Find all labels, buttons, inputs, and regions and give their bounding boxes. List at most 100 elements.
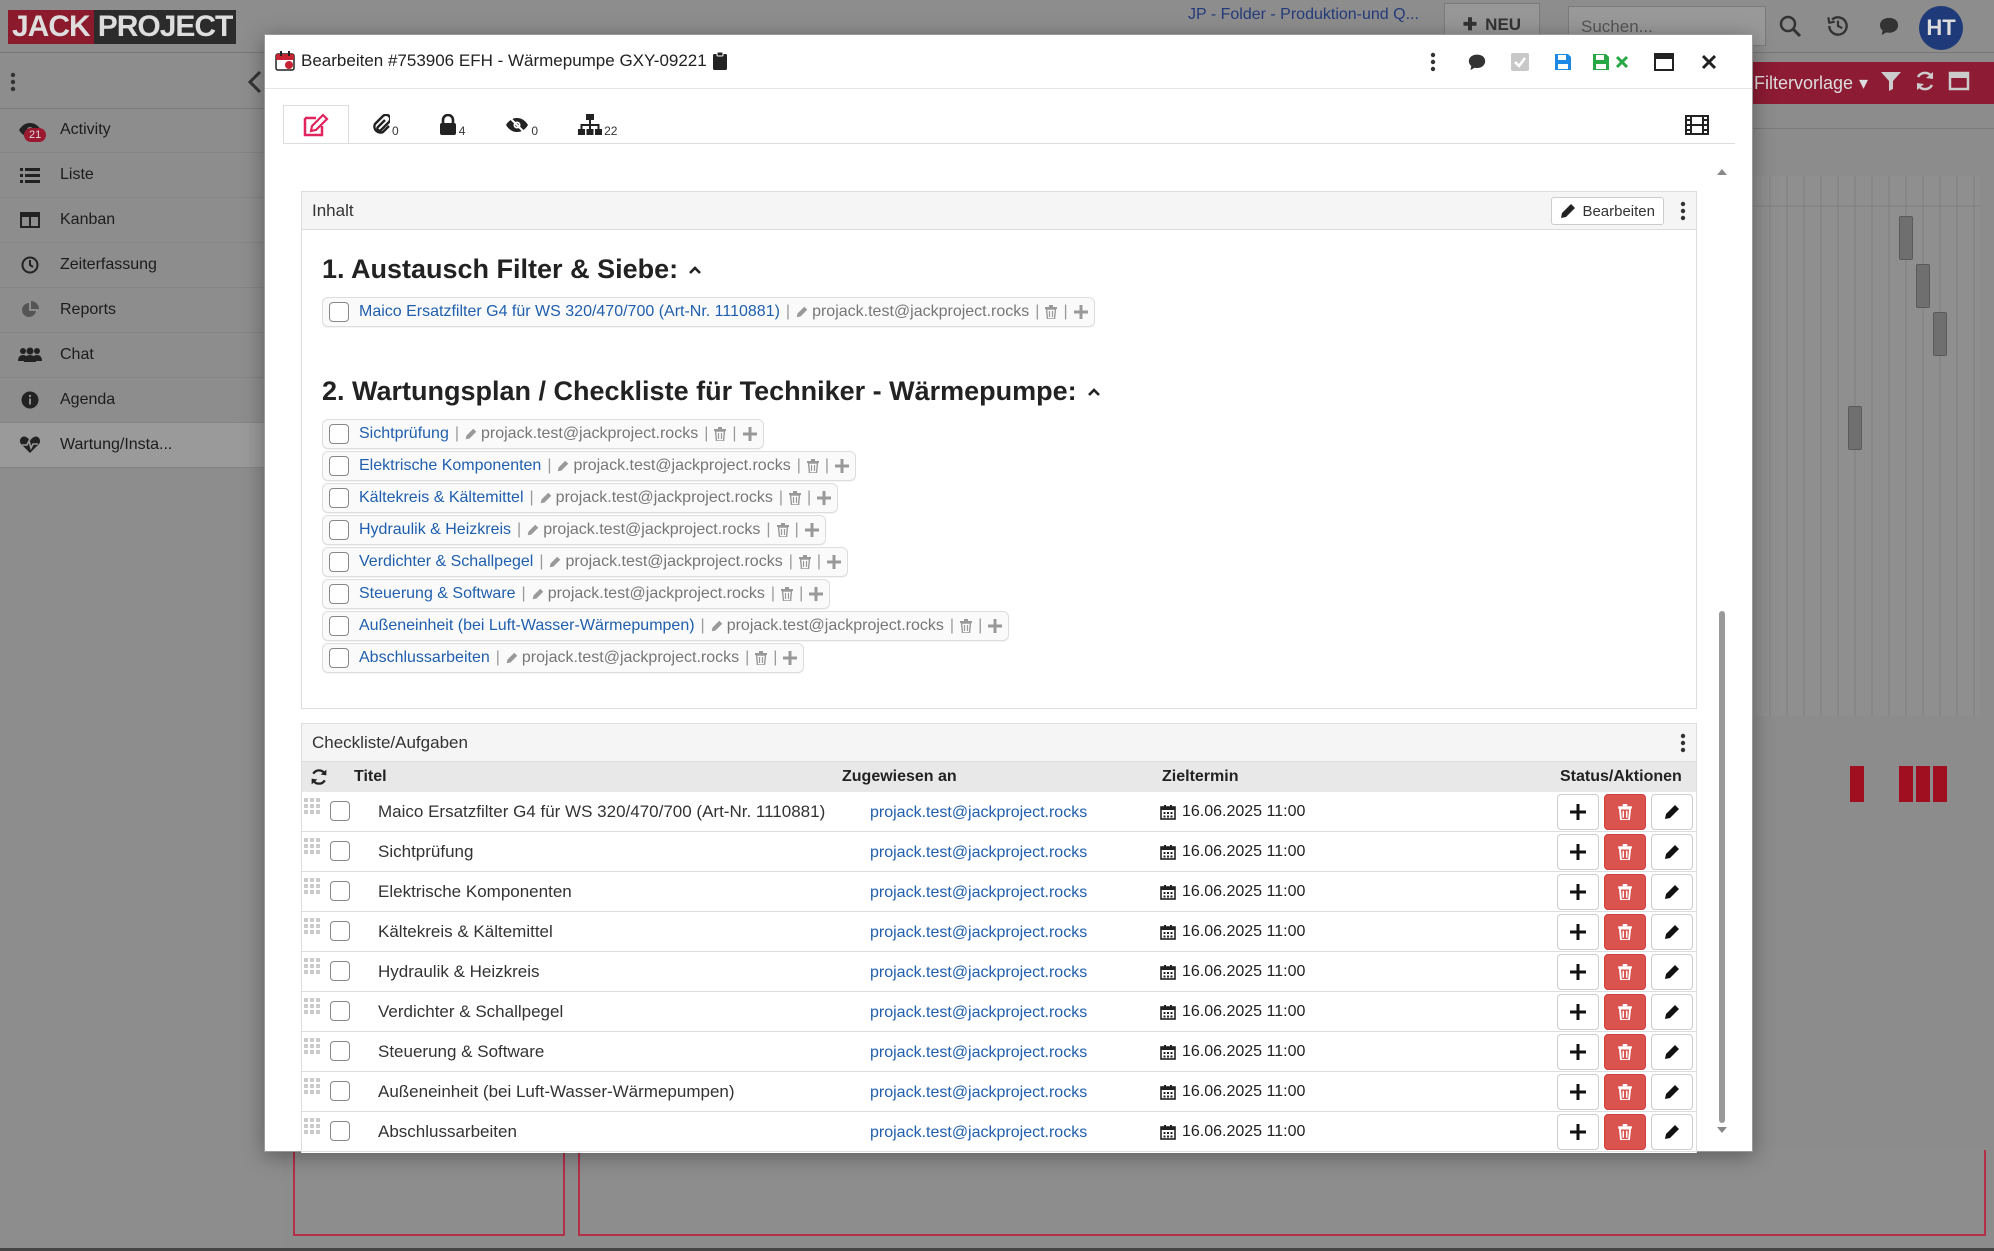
add-subtask-button[interactable] [1557, 794, 1599, 830]
save-icon[interactable] [1548, 47, 1578, 77]
trash-icon[interactable] [776, 523, 789, 537]
save-close-button[interactable] [1590, 47, 1634, 77]
drag-handle-icon[interactable] [304, 918, 320, 934]
item-checkbox[interactable] [329, 616, 349, 636]
item-label[interactable]: Außeneinheit (bei Luft-Wasser-Wärmepumpe… [359, 617, 695, 635]
drag-handle-icon[interactable] [304, 1078, 320, 1094]
drag-handle-icon[interactable] [304, 1118, 320, 1134]
item-checkbox[interactable] [329, 520, 349, 540]
refresh-icon[interactable] [1914, 70, 1936, 92]
add-subtask-button[interactable] [1557, 994, 1599, 1030]
plus-icon[interactable] [783, 651, 798, 665]
item-label[interactable]: Abschlussarbeiten [359, 649, 490, 667]
content-edit-button[interactable]: Bearbeiten [1551, 197, 1664, 225]
sidebar-item-kanban[interactable]: Kanban [0, 198, 282, 243]
sidebar-item-reports[interactable]: Reports [0, 288, 282, 333]
delete-button[interactable] [1604, 874, 1646, 910]
item-label[interactable]: Maico Ersatzfilter G4 für WS 320/470/700… [359, 303, 780, 321]
more-vertical-icon[interactable] [1680, 201, 1686, 221]
app-logo[interactable]: JACK PROJECT [8, 10, 237, 44]
sidebar-item-activity[interactable]: 21 Activity [0, 108, 282, 153]
row-checkbox[interactable] [330, 801, 350, 821]
plus-icon[interactable] [988, 619, 1003, 633]
window-icon[interactable] [1948, 70, 1970, 92]
trash-icon[interactable] [798, 555, 811, 569]
maximize-icon[interactable] [1649, 47, 1679, 77]
row-assignee[interactable]: projack.test@jackproject.rocks [870, 924, 1087, 942]
item-label[interactable]: Sichtprüfung [359, 425, 449, 443]
drag-handle-icon[interactable] [304, 878, 320, 894]
tab-structure[interactable]: 22 [561, 105, 634, 143]
plus-icon[interactable] [817, 491, 832, 505]
edit-button[interactable] [1651, 954, 1693, 990]
delete-button[interactable] [1604, 954, 1646, 990]
pencil-icon[interactable] [540, 492, 552, 504]
edit-button[interactable] [1651, 1074, 1693, 1110]
search-icon[interactable] [1768, 6, 1812, 46]
add-subtask-button[interactable] [1557, 1034, 1599, 1070]
row-checkbox[interactable] [330, 1121, 350, 1141]
gantt-bar[interactable] [1933, 312, 1947, 356]
pencil-icon[interactable] [527, 524, 539, 536]
pencil-icon[interactable] [549, 556, 561, 568]
drag-handle-icon[interactable] [304, 1038, 320, 1054]
drag-handle-icon[interactable] [304, 998, 320, 1014]
row-checkbox[interactable] [330, 1081, 350, 1101]
add-subtask-button[interactable] [1557, 874, 1599, 910]
pencil-icon[interactable] [796, 306, 808, 318]
pencil-icon[interactable] [506, 652, 518, 664]
column-due[interactable]: Zieltermin [1162, 768, 1238, 786]
sidebar-item-chat[interactable]: Chat [0, 333, 282, 378]
filter-template-button[interactable]: Filtervorlage ▾ [1752, 62, 1870, 104]
history-icon[interactable] [1816, 6, 1860, 46]
gantt-bar[interactable] [1848, 406, 1862, 450]
add-subtask-button[interactable] [1557, 1114, 1599, 1150]
plus-icon[interactable] [1073, 305, 1088, 319]
add-subtask-button[interactable] [1557, 954, 1599, 990]
tab-visibility[interactable]: 0 [488, 105, 555, 143]
row-checkbox[interactable] [330, 921, 350, 941]
plus-icon[interactable] [827, 555, 841, 569]
trash-icon[interactable] [781, 587, 794, 601]
drag-handle-icon[interactable] [304, 838, 320, 854]
close-icon[interactable] [1694, 47, 1724, 77]
pencil-icon[interactable] [465, 428, 477, 440]
edit-button[interactable] [1651, 1114, 1693, 1150]
pencil-icon[interactable] [557, 460, 569, 472]
item-checkbox[interactable] [329, 488, 349, 508]
plus-icon[interactable] [804, 523, 819, 537]
edit-button[interactable] [1651, 794, 1693, 830]
modal-scrollbar[interactable] [1712, 161, 1732, 1141]
more-vertical-icon[interactable] [1680, 733, 1686, 753]
column-title[interactable]: Titel [354, 768, 387, 786]
funnel-icon[interactable] [1880, 70, 1902, 92]
tab-attachments[interactable]: 0 [355, 105, 416, 143]
chat-bubble-icon[interactable] [1867, 6, 1911, 46]
trash-icon[interactable] [806, 459, 819, 473]
row-assignee[interactable]: projack.test@jackproject.rocks [870, 1124, 1087, 1142]
item-label[interactable]: Kältekreis & Kältemittel [359, 489, 524, 507]
edit-button[interactable] [1651, 994, 1693, 1030]
plus-icon[interactable] [835, 459, 849, 473]
more-options-icon[interactable] [1418, 47, 1448, 77]
sync-icon[interactable] [310, 768, 328, 786]
drag-handle-icon[interactable] [304, 958, 320, 974]
column-assigned[interactable]: Zugewiesen an [842, 768, 957, 786]
drag-handle-icon[interactable] [304, 798, 320, 814]
row-assignee[interactable]: projack.test@jackproject.rocks [870, 964, 1087, 982]
row-checkbox[interactable] [330, 841, 350, 861]
chevron-left-icon[interactable] [248, 70, 262, 94]
item-label[interactable]: Hydraulik & Heizkreis [359, 521, 511, 539]
film-icon[interactable] [1685, 115, 1709, 135]
item-label[interactable]: Verdichter & Schallpegel [359, 553, 533, 571]
user-avatar[interactable]: HT [1919, 6, 1963, 50]
item-checkbox[interactable] [329, 552, 349, 572]
add-subtask-button[interactable] [1557, 834, 1599, 870]
delete-button[interactable] [1604, 1074, 1646, 1110]
item-checkbox[interactable] [329, 648, 349, 668]
edit-button[interactable] [1651, 834, 1693, 870]
folder-breadcrumb[interactable]: JP - Folder - Produktion-und Q... [1188, 6, 1419, 24]
sidebar-item-zeiterfassung[interactable]: Zeiterfassung [0, 243, 282, 288]
gantt-bar[interactable] [1916, 264, 1930, 308]
delete-button[interactable] [1604, 914, 1646, 950]
